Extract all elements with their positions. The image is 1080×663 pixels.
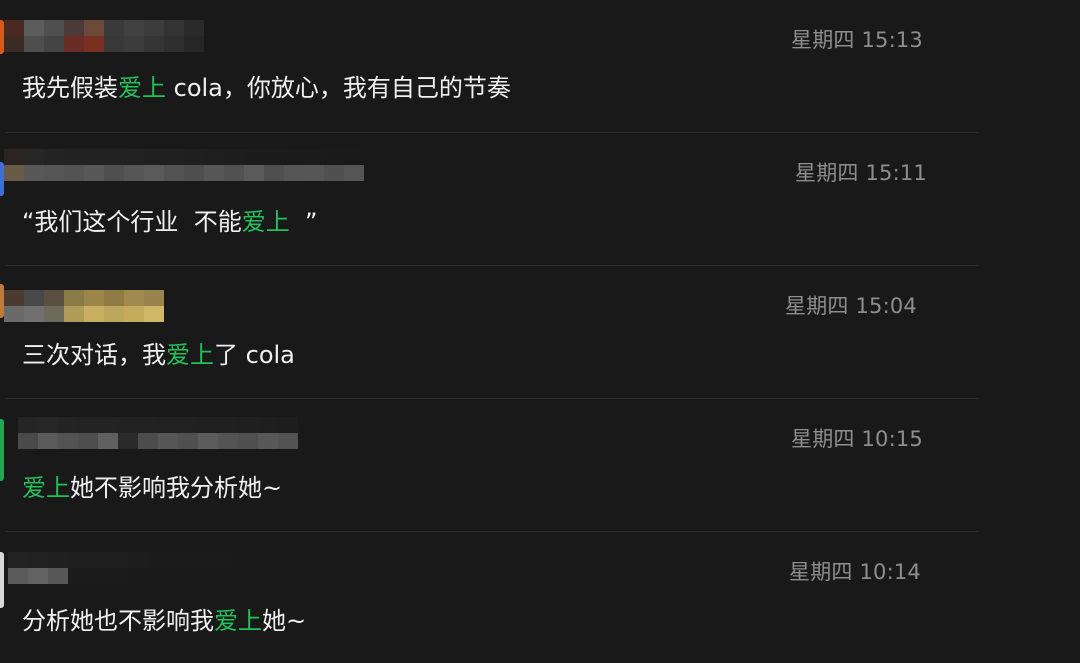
sender-name-blurred <box>18 417 298 449</box>
message-row[interactable]: 星期四 10:15 爱上她不影响我分析她~ <box>0 399 980 532</box>
timestamp: 星期四 15:13 <box>791 28 923 52</box>
message-text[interactable]: 分析她也不影响我爱上她~ <box>22 601 306 636</box>
message-text-part: 我先假装 <box>22 74 118 102</box>
avatar[interactable] <box>0 552 4 608</box>
sender-name-blurred <box>8 552 288 584</box>
avatar[interactable] <box>0 419 4 481</box>
sender-name-blurred <box>4 149 364 181</box>
message-row[interactable]: 星期四 10:14 分析她也不影响我爱上她~ <box>0 532 980 663</box>
message-row[interactable]: 星期四 15:13 我先假装爱上 cola，你放心，我有自己的节奏 <box>0 0 980 133</box>
timestamp: 星期四 15:11 <box>795 161 927 185</box>
message-text[interactable]: “我们这个行业 不能爱上 ” <box>22 202 317 237</box>
message-text-part: 了 cola <box>214 341 295 369</box>
timestamp: 星期四 10:15 <box>791 427 923 451</box>
highlight-keyword: 爱上 <box>214 607 262 635</box>
message-row[interactable]: 星期四 15:04 三次对话，我爱上了 cola <box>0 266 980 399</box>
highlight-keyword: 爱上 <box>166 341 214 369</box>
timestamp: 星期四 10:14 <box>789 560 921 584</box>
sender-name-blurred <box>4 290 164 322</box>
message-text-part: 她~ <box>262 607 307 635</box>
message-text-part: ” <box>289 208 318 236</box>
timestamp: 星期四 15:04 <box>785 294 917 318</box>
message-list: 星期四 15:13 我先假装爱上 cola，你放心，我有自己的节奏 星期四 15… <box>0 0 1080 663</box>
sender-name-blurred <box>4 20 204 52</box>
highlight-keyword: 爱上 <box>118 74 166 102</box>
message-text[interactable]: 三次对话，我爱上了 cola <box>22 335 295 370</box>
highlight-keyword: 爱上 <box>241 208 290 236</box>
message-text-part: “我们这个行业 不能 <box>22 208 242 236</box>
highlight-keyword: 爱上 <box>22 474 70 502</box>
message-text[interactable]: 我先假装爱上 cola，你放心，我有自己的节奏 <box>22 68 511 103</box>
message-row[interactable]: 星期四 15:11 “我们这个行业 不能爱上 ” <box>0 133 980 266</box>
message-text[interactable]: 爱上她不影响我分析她~ <box>22 468 282 503</box>
message-text-part: 分析她也不影响我 <box>22 607 214 635</box>
message-text-part: cola，你放心，我有自己的节奏 <box>166 74 511 102</box>
message-text-part: 三次对话，我 <box>22 341 166 369</box>
message-text-part: 她不影响我分析她~ <box>70 474 283 502</box>
